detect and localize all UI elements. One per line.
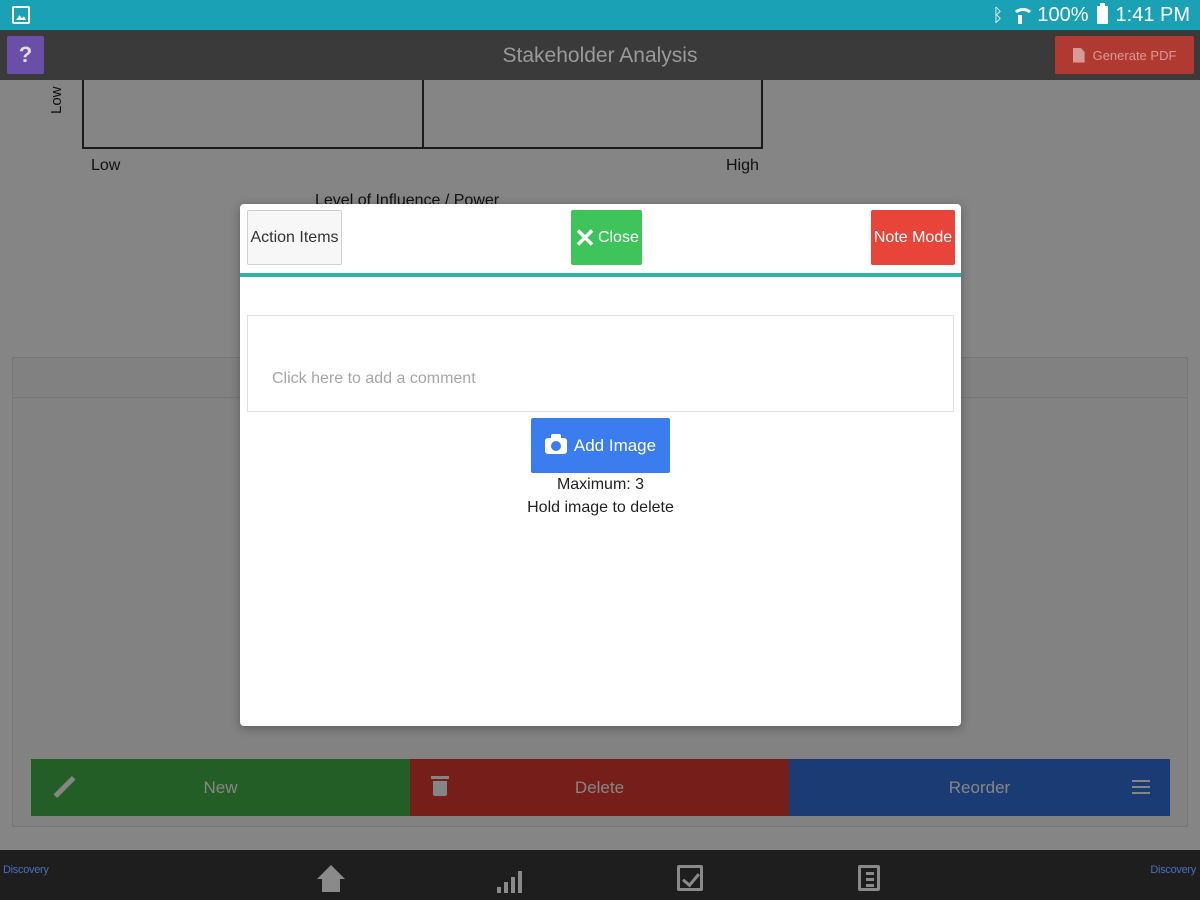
bottom-nav: Discovery Discovery xyxy=(0,850,1200,900)
add-image-label: Add Image xyxy=(573,435,657,455)
app-bar: ? Stakeholder Analysis Generate PDF xyxy=(0,30,1200,80)
close-button[interactable]: ✕ Close xyxy=(571,210,642,265)
note-mode-button[interactable]: Note Mode xyxy=(871,210,955,265)
close-icon: ✕ xyxy=(574,222,596,253)
delete-hint-text: Hold image to delete xyxy=(527,499,674,516)
action-items-button[interactable]: Action Items xyxy=(247,210,342,265)
brand-logo-left: Discovery xyxy=(3,864,49,876)
battery-percent: 100% xyxy=(1037,3,1089,26)
status-bar: ᛒ 100% 1:41 PM xyxy=(0,0,1200,30)
comment-input[interactable]: Click here to add a comment xyxy=(247,315,954,412)
gallery-icon xyxy=(12,6,30,24)
home-icon[interactable] xyxy=(317,865,345,893)
modal-toolbar: Action Items ✕ Close Note Mode xyxy=(240,204,961,277)
documents-icon[interactable] xyxy=(858,865,880,891)
brand-logo-right: Discovery xyxy=(1150,864,1196,876)
status-right: ᛒ 100% 1:41 PM xyxy=(993,3,1190,27)
wifi-icon xyxy=(1011,6,1035,24)
generate-pdf-button[interactable]: Generate PDF xyxy=(1055,36,1194,74)
battery-icon xyxy=(1096,3,1108,24)
close-label: Close xyxy=(597,228,639,246)
image-limit-text: Maximum: 3 xyxy=(556,476,645,493)
add-image-button[interactable]: Add Image xyxy=(531,418,670,473)
generate-pdf-label: Generate PDF xyxy=(1092,47,1177,63)
checklist-icon[interactable] xyxy=(677,865,703,891)
note-modal: Action Items ✕ Close Note Mode Click her… xyxy=(240,204,961,726)
document-icon xyxy=(1072,47,1085,63)
page-title: Stakeholder Analysis xyxy=(502,44,698,67)
bluetooth-icon: ᛒ xyxy=(992,4,1004,25)
camera-icon xyxy=(544,433,567,454)
chart-icon[interactable] xyxy=(497,865,525,893)
clock: 1:41 PM xyxy=(1115,3,1190,26)
